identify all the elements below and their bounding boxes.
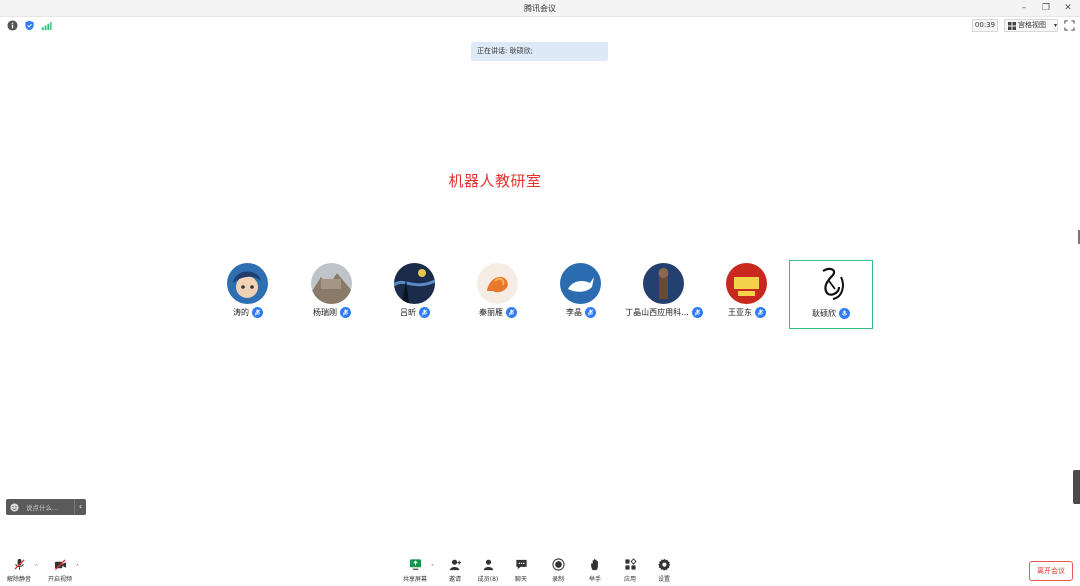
- minimize-icon[interactable]: –: [1018, 2, 1030, 14]
- chat-quick-input[interactable]: 说点什么... ‹: [6, 499, 86, 515]
- participant-tile[interactable]: 秦丽雁: [456, 260, 540, 329]
- avatar: [311, 263, 352, 304]
- status-row: 00:39 宫格视图 ▾: [0, 18, 1080, 34]
- participant-name: 涛的: [233, 308, 249, 317]
- fullscreen-icon[interactable]: [1064, 20, 1075, 31]
- participant-tile-active-speaker[interactable]: 耿硕欣: [789, 260, 873, 329]
- members-button[interactable]: 成员(8): [471, 558, 505, 584]
- signal-icon[interactable]: [41, 20, 52, 31]
- grid-view-icon: [1008, 21, 1016, 30]
- record-icon: [551, 558, 565, 571]
- record-label: 录制: [551, 576, 564, 583]
- members-icon: [483, 559, 493, 571]
- view-label: 宫格视图: [1018, 21, 1046, 29]
- info-icon[interactable]: [7, 20, 18, 31]
- avatar: [227, 263, 268, 304]
- chevron-down-icon: ▾: [1053, 22, 1057, 29]
- avatar: [560, 263, 601, 304]
- chevron-up-icon[interactable]: ˄: [76, 564, 79, 571]
- mic-icon: [755, 307, 766, 318]
- avatar: [477, 263, 518, 304]
- emoji-icon[interactable]: [6, 499, 22, 515]
- apps-button[interactable]: 应用: [613, 558, 647, 584]
- mic-icon: [252, 307, 263, 318]
- chat-label: 聊天: [514, 576, 527, 583]
- mic-icon: [839, 308, 850, 319]
- speaking-banner: 正在讲话: 耿硕欣;: [471, 42, 608, 61]
- title-bar: 腾讯会议 – ❐ ✕: [0, 0, 1080, 17]
- window-title: 腾讯会议: [524, 4, 556, 13]
- apps-label: 应用: [623, 576, 636, 583]
- raise-hand-label: 举手: [588, 576, 601, 583]
- chat-bubble-icon: [515, 559, 527, 570]
- participant-tile[interactable]: 涛的: [206, 260, 290, 329]
- participant-name: 李晶: [566, 308, 582, 317]
- invite-user-icon: [449, 559, 461, 571]
- share-screen-button[interactable]: 共享屏幕: [398, 558, 432, 584]
- gear-icon: [657, 558, 670, 571]
- invite-label: 邀请: [448, 576, 461, 583]
- settings-label: 设置: [657, 576, 670, 583]
- avatar: [811, 263, 852, 304]
- apps-icon: [624, 558, 637, 570]
- members-label: 成员(8): [477, 576, 499, 583]
- shared-content-title: 机器人教研室: [448, 172, 542, 190]
- shield-icon[interactable]: [24, 20, 35, 31]
- view-switch-button[interactable]: 宫格视图 ▾: [1004, 19, 1058, 32]
- chat-placeholder: 说点什么...: [26, 504, 59, 512]
- leave-meeting-button[interactable]: 离开会议: [1029, 561, 1073, 581]
- camera-off-icon: [54, 559, 66, 571]
- participant-tile[interactable]: 丁晶山西应用科...: [622, 260, 706, 329]
- participant-name: 秦丽雁: [479, 308, 503, 317]
- mic-icon: [340, 307, 351, 318]
- unmute-label: 解除静音: [6, 576, 31, 583]
- mic-icon: [506, 307, 517, 318]
- participant-name: 丁晶山西应用科...: [625, 308, 689, 317]
- avatar: [726, 263, 767, 304]
- meeting-timer: 00:39: [972, 19, 998, 32]
- record-button[interactable]: 录制: [541, 558, 575, 584]
- side-drawer-handle[interactable]: [1073, 470, 1080, 504]
- collapse-chevron-icon[interactable]: ‹: [74, 499, 86, 515]
- participant-tile[interactable]: 杨瑞刚: [290, 260, 374, 329]
- invite-button[interactable]: 邀请: [438, 558, 472, 584]
- chat-button[interactable]: 聊天: [504, 558, 538, 584]
- chevron-up-icon[interactable]: ˄: [35, 564, 38, 571]
- start-video-label: 开启视频: [47, 576, 72, 583]
- start-video-button[interactable]: 开启视频: [43, 558, 77, 584]
- hand-icon: [590, 559, 598, 571]
- participant-tile[interactable]: 吕昕: [373, 260, 457, 329]
- raise-hand-button[interactable]: 举手: [578, 558, 612, 584]
- chevron-up-icon[interactable]: ˄: [431, 564, 434, 571]
- participant-name: 耿硕欣: [812, 309, 836, 318]
- participant-name: 杨瑞刚: [313, 308, 337, 317]
- mic-icon: [585, 307, 596, 318]
- share-screen-label: 共享屏幕: [402, 576, 427, 583]
- participant-tile[interactable]: 王亚东: [705, 260, 789, 329]
- close-icon[interactable]: ✕: [1062, 2, 1074, 14]
- bottom-toolbar: 解除静音 ˄ 开启视频 ˄ 共享屏幕 ˄ 邀请 成员(8) 聊天 录制 举手 应…: [0, 556, 1080, 586]
- avatar: [643, 263, 684, 304]
- settings-button[interactable]: 设置: [647, 558, 681, 584]
- avatar: [394, 263, 435, 304]
- mic-icon: [691, 307, 703, 318]
- mic-muted-icon: [13, 558, 25, 570]
- window-controls: – ❐ ✕: [1018, 2, 1074, 14]
- unmute-button[interactable]: 解除静音: [2, 558, 36, 584]
- participant-name: 吕昕: [400, 308, 416, 317]
- meeting-window: 腾讯会议 – ❐ ✕ 00:39 宫格视图 ▾ 正在讲话: 耿硕欣; 机器人教研…: [0, 0, 1080, 586]
- participant-tile[interactable]: 李晶: [539, 260, 623, 329]
- share-screen-icon: [409, 559, 421, 570]
- mic-icon: [419, 307, 430, 318]
- participant-name: 王亚东: [728, 308, 752, 317]
- restore-icon[interactable]: ❐: [1040, 2, 1052, 14]
